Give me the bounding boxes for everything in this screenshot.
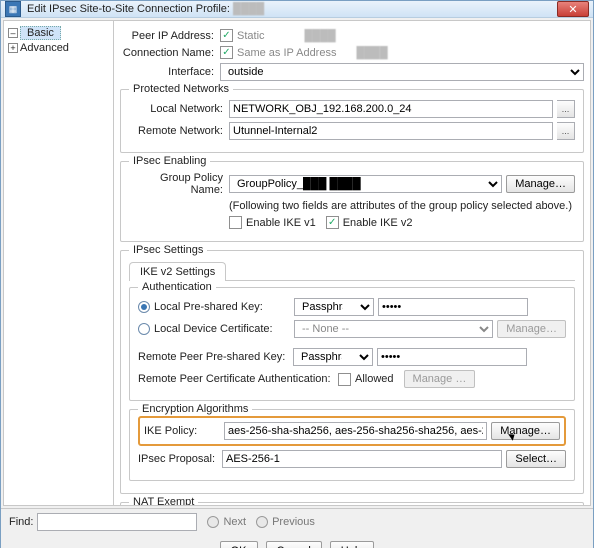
group-policy-label: Group Policy Name: xyxy=(129,172,229,196)
ike-policy-label: IKE Policy: xyxy=(144,425,224,437)
local-psk-input[interactable] xyxy=(378,298,528,316)
nat-legend: NAT Exempt xyxy=(129,496,198,505)
ike-policy-manage-button[interactable]: Manage… xyxy=(491,422,560,440)
previous-label: Previous xyxy=(272,516,315,528)
remote-cert-label: Remote Peer Certificate Authentication: xyxy=(138,373,338,385)
local-cert-radio[interactable] xyxy=(138,323,150,335)
local-cert-label: Local Device Certificate: xyxy=(154,323,294,335)
local-psk-label: Local Pre-shared Key: xyxy=(154,301,294,313)
ipsec-proposal-select-button[interactable]: Select… xyxy=(506,450,566,468)
allowed-checkbox[interactable]: ✓ xyxy=(338,373,351,386)
remote-network-picker[interactable]: … xyxy=(557,122,575,140)
nav-tree: – Basic + Advanced xyxy=(4,21,114,505)
interface-select[interactable]: outside xyxy=(220,63,584,81)
content-panel: Peer IP Address: ✓ Static ████ Connectio… xyxy=(114,21,590,505)
remote-psk-label: Remote Peer Pre-shared Key: xyxy=(138,351,293,363)
remote-cert-manage-button: Manage … xyxy=(404,370,476,388)
close-icon[interactable]: ✕ xyxy=(557,1,589,17)
local-network-picker[interactable]: … xyxy=(557,100,575,118)
tree-label-basic: Basic xyxy=(20,26,61,40)
same-ip-checkbox: ✓ xyxy=(220,46,233,59)
nat-exempt-group: NAT Exempt Nat Exemption configuration c… xyxy=(120,502,584,505)
cancel-button[interactable]: Cancel xyxy=(266,541,322,548)
peer-ip-value: ████ xyxy=(305,30,336,42)
remote-psk-input[interactable] xyxy=(377,348,527,366)
title-text: Edit IPsec Site-to-Site Connection Profi… xyxy=(27,3,230,15)
encryption-legend: Encryption Algorithms xyxy=(138,403,252,415)
ok-button[interactable]: OK xyxy=(220,541,258,548)
title-value: ████ xyxy=(233,3,264,15)
protected-legend: Protected Networks xyxy=(129,83,233,95)
peer-ip-label: Peer IP Address: xyxy=(120,30,220,42)
protected-networks-group: Protected Networks Local Network: … Remo… xyxy=(120,89,584,153)
titlebar: ▦ Edit IPsec Site-to-Site Connection Pro… xyxy=(1,1,593,18)
ipsec-settings-legend: IPsec Settings xyxy=(129,244,207,256)
remote-psk-type-select[interactable]: Passphrase xyxy=(293,348,373,366)
find-previous-button[interactable]: Previous xyxy=(256,516,315,528)
local-network-label: Local Network: xyxy=(129,103,229,115)
ipsec-proposal-label: IPsec Proposal: xyxy=(138,453,222,465)
tab-ike-v2[interactable]: IKE v2 Settings xyxy=(129,262,226,281)
window-title: Edit IPsec Site-to-Site Connection Profi… xyxy=(27,3,264,15)
connection-name-label: Connection Name: xyxy=(120,47,220,59)
authentication-group: Authentication Local Pre-shared Key: Pas… xyxy=(129,287,575,401)
interface-label: Interface: xyxy=(120,66,220,78)
local-network-input[interactable] xyxy=(229,100,553,118)
allowed-label: Allowed xyxy=(355,373,394,385)
auth-legend: Authentication xyxy=(138,281,216,293)
remote-network-input[interactable] xyxy=(229,122,553,140)
next-label: Next xyxy=(223,516,246,528)
static-checkbox: ✓ xyxy=(220,29,233,42)
local-cert-manage-button: Manage… xyxy=(497,320,566,338)
remote-network-label: Remote Network: xyxy=(129,125,229,137)
enable-ike-v2-label: Enable IKE v2 xyxy=(343,217,413,229)
connection-name-value: ████ xyxy=(356,47,387,59)
enable-ike-v1-checkbox[interactable]: ✓ xyxy=(229,216,242,229)
find-label: Find: xyxy=(9,516,33,528)
find-next-button[interactable]: Next xyxy=(207,516,246,528)
tree-label-advanced: Advanced xyxy=(20,42,69,54)
ipsec-proposal-input[interactable] xyxy=(222,450,502,468)
app-icon: ▦ xyxy=(5,1,21,17)
ipsec-enabling-group: IPsec Enabling Group Policy Name: GroupP… xyxy=(120,161,584,242)
ipsec-settings-group: IPsec Settings IKE v2 Settings Authentic… xyxy=(120,250,584,494)
ike-policy-input[interactable] xyxy=(224,422,487,440)
previous-icon xyxy=(256,516,268,528)
ipsec-enabling-legend: IPsec Enabling xyxy=(129,155,210,167)
local-psk-type-select[interactable]: Passphrase xyxy=(294,298,374,316)
dialog-buttons: OK Cancel Help xyxy=(1,535,593,548)
enable-ike-v2-checkbox[interactable]: ✓ xyxy=(326,216,339,229)
find-bar: Find: Next Previous xyxy=(1,508,593,535)
local-psk-radio[interactable] xyxy=(138,301,150,313)
group-policy-select[interactable]: GroupPolicy_███ ████ xyxy=(229,175,502,193)
local-cert-select[interactable]: -- None -- xyxy=(294,320,493,338)
group-policy-note: (Following two fields are attributes of … xyxy=(229,200,572,212)
tree-item-advanced[interactable]: + Advanced xyxy=(6,41,111,55)
encryption-group: Encryption Algorithms IKE Policy: Manage… xyxy=(129,409,575,481)
tree-toggle-icon[interactable]: – xyxy=(8,28,18,38)
help-button[interactable]: Help xyxy=(330,541,375,548)
next-icon xyxy=(207,516,219,528)
tree-toggle-icon[interactable]: + xyxy=(8,43,18,53)
group-policy-manage-button[interactable]: Manage… xyxy=(506,175,575,193)
enable-ike-v1-label: Enable IKE v1 xyxy=(246,217,316,229)
same-ip-text: Same as IP Address xyxy=(237,47,336,59)
static-text: Static xyxy=(237,30,265,42)
find-input[interactable] xyxy=(37,513,197,531)
tree-item-basic[interactable]: – Basic xyxy=(6,25,111,41)
